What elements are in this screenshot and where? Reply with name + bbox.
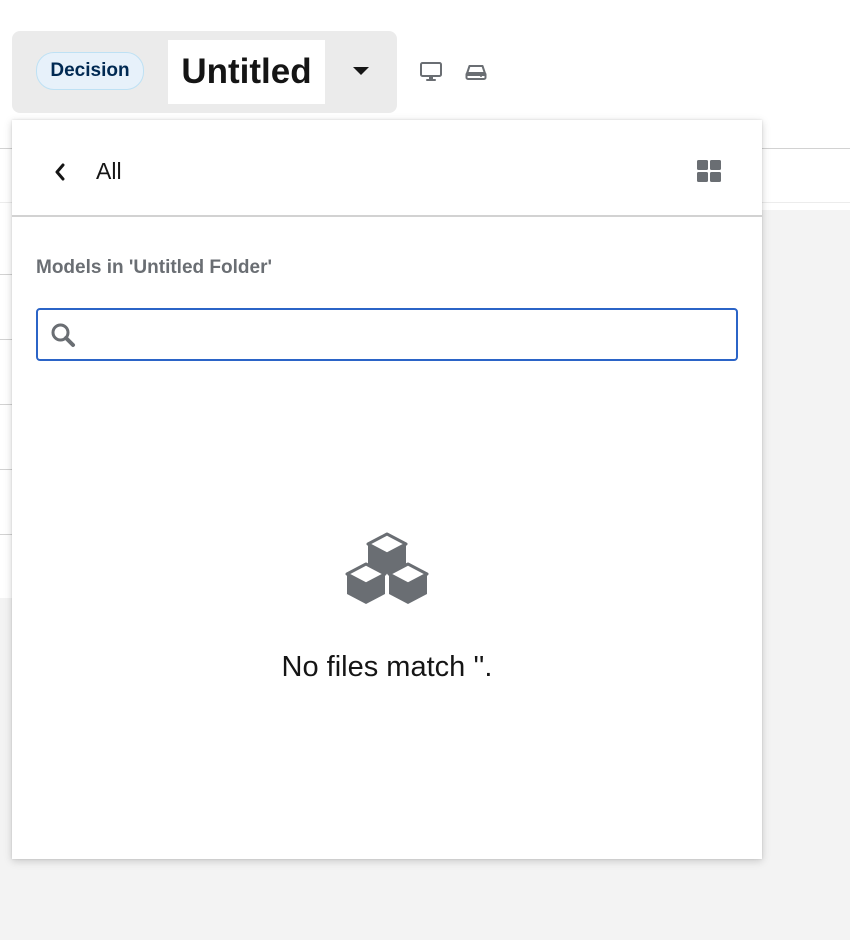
editor-toolbar: Decision Untitled — [12, 31, 397, 113]
file-switcher-panel: All Models in 'Untitled Folder' No files… — [12, 120, 762, 859]
grid-view-icon[interactable] — [694, 156, 724, 186]
search-input[interactable] — [90, 310, 724, 361]
hard-drive-icon[interactable] — [464, 60, 488, 84]
search-icon — [51, 323, 75, 347]
caret-down-icon — [353, 67, 369, 75]
breadcrumb-all[interactable]: All — [96, 158, 122, 185]
back-button[interactable] — [48, 160, 72, 184]
empty-state-message: No files match ''. — [281, 651, 493, 683]
panel-header: All — [12, 120, 762, 217]
file-title[interactable]: Untitled — [168, 40, 325, 104]
file-switcher-toggle[interactable] — [346, 56, 376, 86]
section-label: Models in 'Untitled Folder' — [36, 257, 272, 278]
model-type-badge: Decision — [36, 52, 144, 90]
model-search-field[interactable] — [36, 308, 738, 361]
cubes-icon — [345, 532, 429, 604]
desktop-icon[interactable] — [419, 60, 443, 84]
chevron-left-icon — [55, 163, 65, 181]
